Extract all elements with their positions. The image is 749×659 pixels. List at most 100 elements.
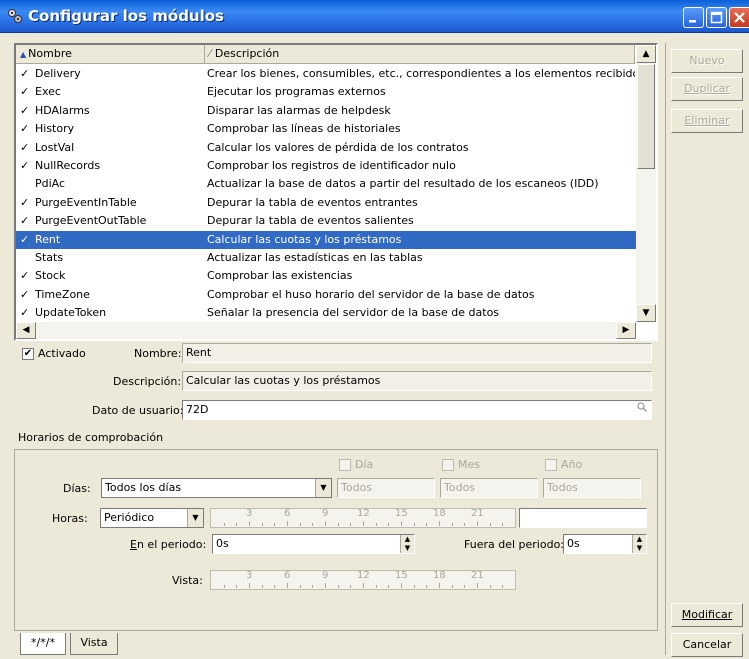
hours-dropdown[interactable]: Periódico ▼: [100, 508, 204, 528]
duplicate-button[interactable]: Duplicar: [671, 77, 743, 101]
ruler-tick-label: 3: [246, 570, 253, 581]
minimize-button[interactable]: [683, 7, 704, 28]
hours-ruler[interactable]: 3 6 9 12 15 18 21: [210, 508, 516, 528]
table-row[interactable]: ✓ UpdateToken Señalar la presencia del ser…: [16, 304, 636, 322]
ruler-tick: [325, 583, 326, 588]
row-name: TimeZone: [35, 287, 90, 301]
close-button[interactable]: [729, 7, 749, 28]
row-name: Rent: [35, 232, 61, 246]
table-row[interactable]: ✓ History Comprobar las líneas de historia…: [16, 120, 636, 138]
in-period-field[interactable]: 0s ▲ ▼: [212, 534, 415, 554]
row-description: Depurar la tabla de eventos salientes: [207, 214, 414, 228]
ruler-tick: [274, 523, 276, 526]
scroll-up-button[interactable]: ▲: [636, 45, 656, 63]
column-header-name[interactable]: ▲ Nombre: [16, 45, 205, 64]
ruler-tick: [249, 583, 250, 588]
table-row[interactable]: ✓ LostVal Calcular los valores de pérdida …: [16, 139, 636, 157]
modules-list[interactable]: ▲ Nombre ⁄ Descripción ✓ Delivery Crear los …: [14, 43, 658, 341]
ruler-tick: [375, 523, 377, 526]
ruler-tick-label: 12: [357, 508, 370, 519]
table-row[interactable]: Stats Actualizar las estadísticas en las …: [16, 249, 636, 267]
hours-label: Horas:: [52, 512, 88, 525]
search-icon[interactable]: [636, 401, 648, 419]
hours-extra-field[interactable]: [519, 508, 647, 528]
ruler-tick: [502, 523, 504, 526]
table-row[interactable]: ✓ PurgeEventOutTable Depurar la tabla de e…: [16, 212, 636, 230]
view-ruler[interactable]: 3 6 9 12 15 18 21: [210, 570, 516, 590]
ruler-tick: [325, 521, 326, 526]
row-description: Calcular los valores de pérdida de los c…: [207, 140, 469, 154]
scroll-right-button[interactable]: ▶: [616, 322, 636, 339]
row-description: Disparar las alarmas de helpdesk: [207, 103, 391, 117]
year-checkbox[interactable]: [545, 459, 557, 471]
horizontal-scrollbar[interactable]: ◀ ▶: [16, 322, 636, 339]
cancel-button[interactable]: Cancelar: [671, 633, 743, 657]
ruler-tick: [261, 523, 263, 526]
maximize-icon: [710, 11, 723, 24]
month-checkbox[interactable]: [442, 459, 454, 471]
ruler-tick: [363, 583, 364, 588]
table-row[interactable]: ✓ Exec Ejecutar los programas externos: [16, 83, 636, 101]
vertical-scrollbar[interactable]: ▲ ▼: [636, 45, 656, 322]
row-description: Comprobar los registros de identificador…: [207, 158, 456, 172]
ruler-tick: [489, 523, 491, 526]
row-name: PurgeEventOutTable: [35, 214, 147, 228]
ruler-tick: [299, 523, 301, 526]
scroll-down-button[interactable]: ▼: [636, 304, 656, 322]
scroll-left-button[interactable]: ◀: [16, 322, 36, 339]
ruler-tick: [274, 585, 276, 588]
hours-dropdown-value: Periódico: [104, 511, 155, 524]
tab-view[interactable]: Vista: [70, 633, 118, 655]
table-row[interactable]: ✓ Rent Calcular las cuotas y los préstamos: [16, 230, 636, 249]
row-name: History: [35, 122, 75, 136]
row-description: Comprobar el huso horario del servidor d…: [207, 287, 535, 301]
ruler-tick: [439, 583, 440, 588]
table-row[interactable]: ✓ PurgeEventInTable Depurar la tabla de ev…: [16, 194, 636, 212]
ruler-tick-label: 15: [395, 508, 408, 519]
table-row[interactable]: PdiAc Actualizar la base de datos a parti…: [16, 175, 636, 193]
modify-button[interactable]: Modificar: [671, 603, 743, 627]
check-mark-icon: ✓: [20, 67, 30, 80]
ruler-tick: [337, 585, 339, 588]
name-field[interactable]: Rent: [182, 343, 652, 363]
row-name: Stats: [35, 250, 64, 264]
view-label: Vista:: [172, 574, 203, 587]
ruler-tick: [236, 585, 238, 588]
user-data-field[interactable]: 72D: [182, 400, 652, 420]
table-row[interactable]: ✓ NullRecords Comprobar los registros de i…: [16, 157, 636, 175]
out-period-field[interactable]: 0s ▲ ▼: [563, 534, 647, 554]
column-header-description[interactable]: ⁄ Descripción: [205, 45, 635, 64]
table-row[interactable]: ✓ Delivery Crear los bienes, consumibles, …: [16, 65, 636, 83]
ruler-tick: [223, 523, 225, 526]
ruler-tick: [439, 521, 440, 526]
row-description: Depurar la tabla de eventos entrantes: [207, 195, 418, 209]
table-row[interactable]: ✓ Stock Comprobar las existencias: [16, 267, 636, 285]
side-divider: [665, 43, 666, 655]
spinner-icon[interactable]: ▲ ▼: [400, 535, 414, 553]
row-description: Actualizar la base de datos a partir del…: [207, 177, 599, 191]
check-mark-icon: ✓: [20, 195, 30, 209]
table-row[interactable]: ✓ HDAlarms Disparar las alarmas de helpdes…: [16, 102, 636, 120]
day-checkbox[interactable]: [339, 459, 351, 471]
chevron-down-icon[interactable]: ▼: [187, 509, 203, 527]
ruler-tick-label: 6: [284, 570, 291, 581]
maximize-button[interactable]: [706, 7, 727, 28]
ruler-tick: [312, 523, 314, 526]
ruler-tick: [413, 523, 415, 526]
chevron-down-icon[interactable]: ▼: [315, 479, 331, 497]
tab-pattern[interactable]: */*/*: [20, 633, 66, 655]
table-row[interactable]: ✓ TimeZone Comprobar el huso horario del s…: [16, 286, 636, 304]
days-dropdown[interactable]: Todos los días ▼: [101, 478, 332, 498]
description-field[interactable]: Calcular las cuotas y los préstamos: [182, 371, 652, 391]
ruler-tick: [223, 585, 225, 588]
scroll-thumb[interactable]: [637, 64, 655, 169]
ruler-tick: [388, 585, 390, 588]
new-button[interactable]: Nuevo: [671, 49, 743, 73]
ruler-tick: [350, 585, 352, 588]
ruler-tick: [477, 583, 478, 588]
activated-checkbox[interactable]: ✔: [22, 348, 34, 360]
delete-button[interactable]: Eliminar: [671, 109, 743, 133]
spinner-icon[interactable]: ▲ ▼: [632, 535, 646, 553]
title-bar: Configurar los módulos: [0, 0, 749, 33]
row-description: Comprobar las líneas de historiales: [207, 122, 401, 136]
